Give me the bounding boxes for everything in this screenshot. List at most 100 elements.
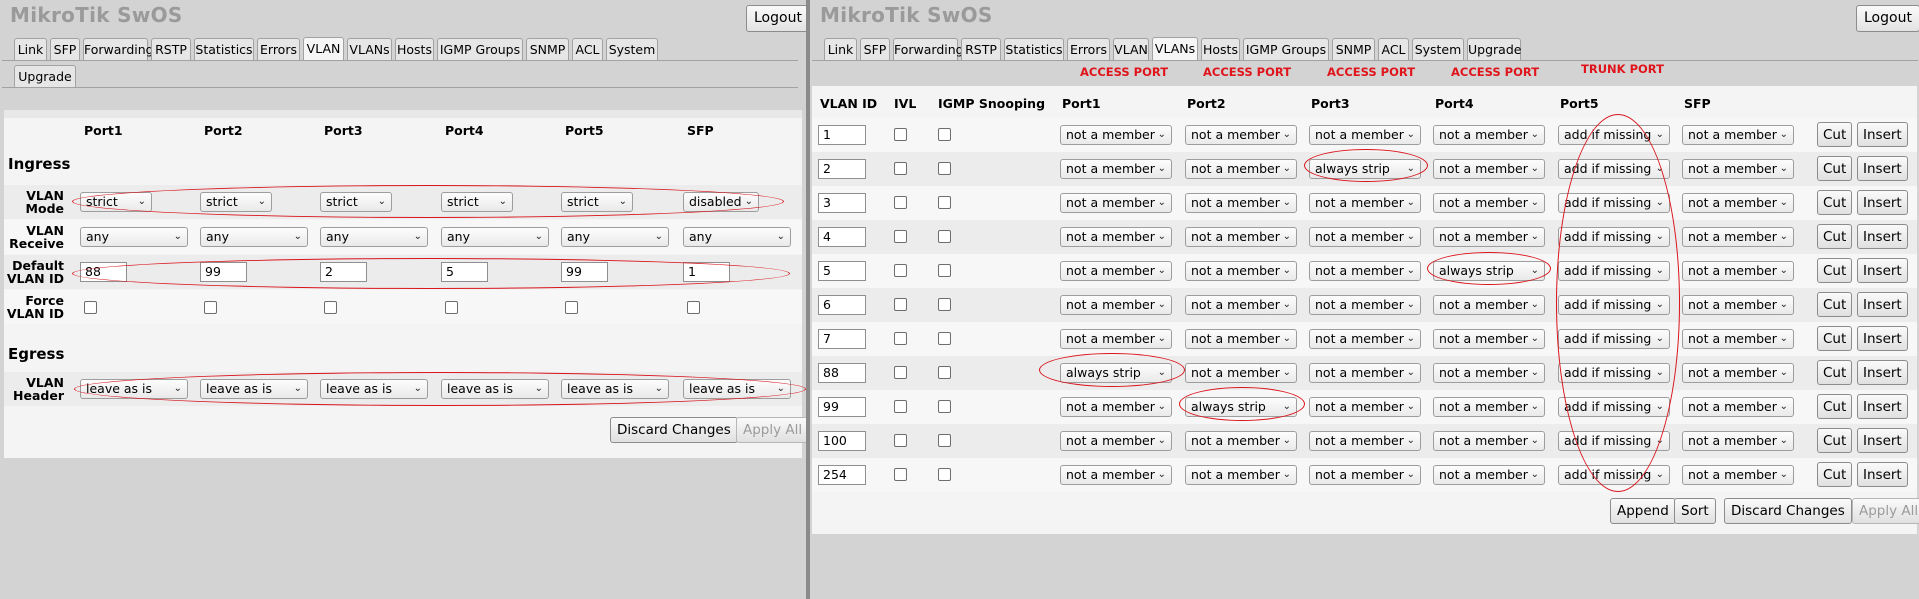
vlan-member-select-port5[interactable]: add if missing ⌄ [1558, 363, 1670, 383]
cut-button[interactable]: Cut [1817, 462, 1853, 487]
vlan-member-select-port4[interactable]: not a member ⌄ [1433, 363, 1545, 383]
vlan-member-select-port5[interactable]: add if missing ⌄ [1558, 465, 1670, 485]
vlan-member-select-port4[interactable]: not a member ⌄ [1433, 159, 1545, 179]
insert-button[interactable]: Insert [1857, 394, 1908, 419]
igmp-snooping-checkbox[interactable] [938, 162, 951, 175]
vlan-member-select-port1[interactable]: not a member ⌄ [1060, 159, 1172, 179]
vlan-id-input[interactable]: 100 [818, 431, 866, 451]
vlan-header-select-sfp[interactable]: leave as is ⌄ [683, 379, 791, 399]
igmp-snooping-checkbox[interactable] [938, 366, 951, 379]
append-button[interactable]: Append [1610, 498, 1676, 524]
cut-button[interactable]: Cut [1817, 156, 1853, 181]
vlan-member-select-port2[interactable]: not a member ⌄ [1185, 431, 1297, 451]
cut-button[interactable]: Cut [1817, 224, 1853, 249]
vlan-id-input[interactable]: 4 [818, 227, 866, 247]
vlan-header-select-port1[interactable]: leave as is ⌄ [80, 379, 188, 399]
cut-button[interactable]: Cut [1817, 360, 1853, 385]
vlan-member-select-port3[interactable]: not a member ⌄ [1309, 465, 1421, 485]
igmp-snooping-checkbox[interactable] [938, 196, 951, 209]
vlan-id-input[interactable]: 6 [818, 295, 866, 315]
discard-changes-button[interactable]: Discard Changes [1724, 498, 1852, 524]
tab-vlan[interactable]: VLAN [303, 37, 344, 61]
tab-upgrade[interactable]: Upgrade [1467, 38, 1521, 60]
ivl-checkbox[interactable] [894, 196, 907, 209]
vlan-member-select-port5[interactable]: add if missing ⌄ [1558, 227, 1670, 247]
vlan-member-select-port4[interactable]: always strip ⌄ [1433, 261, 1545, 281]
tab-statistics[interactable]: Statistics [194, 38, 254, 60]
vlan-member-select-port4[interactable]: not a member ⌄ [1433, 295, 1545, 315]
default-vlan-id-input-port2[interactable]: 99 [200, 262, 247, 282]
tab-acl[interactable]: ACL [572, 38, 603, 60]
vlan-member-select-port5[interactable]: add if missing ⌄ [1558, 125, 1670, 145]
igmp-snooping-checkbox[interactable] [938, 434, 951, 447]
tab-sfp[interactable]: SFP [860, 38, 890, 60]
vlan-id-input[interactable]: 254 [818, 465, 866, 485]
apply-all-button[interactable]: Apply All [736, 417, 808, 443]
vlan-member-select-port5[interactable]: add if missing ⌄ [1558, 329, 1670, 349]
vlan-mode-select-port5[interactable]: strict ⌄ [561, 192, 633, 212]
igmp-snooping-checkbox[interactable] [938, 400, 951, 413]
ivl-checkbox[interactable] [894, 230, 907, 243]
ivl-checkbox[interactable] [894, 332, 907, 345]
vlan-member-select-port1[interactable]: not a member ⌄ [1060, 295, 1172, 315]
insert-button[interactable]: Insert [1857, 292, 1908, 317]
force-vlan-id-checkbox-port5[interactable] [565, 301, 578, 314]
vlan-member-select-port4[interactable]: not a member ⌄ [1433, 193, 1545, 213]
insert-button[interactable]: Insert [1857, 428, 1908, 453]
vlan-member-select-port2[interactable]: not a member ⌄ [1185, 193, 1297, 213]
default-vlan-id-input-port5[interactable]: 99 [561, 262, 608, 282]
tab-hosts[interactable]: Hosts [395, 38, 434, 60]
tab-system[interactable]: System [1412, 38, 1464, 60]
vlan-member-select-port4[interactable]: not a member ⌄ [1433, 431, 1545, 451]
vlan-member-select-sfp[interactable]: not a member ⌄ [1682, 363, 1794, 383]
vlan-mode-select-port3[interactable]: strict ⌄ [320, 192, 392, 212]
tab-rstp[interactable]: RSTP [151, 38, 191, 60]
logout-button[interactable]: Logout [746, 5, 808, 32]
cut-button[interactable]: Cut [1817, 326, 1853, 351]
default-vlan-id-input-sfp[interactable]: 1 [683, 262, 730, 282]
igmp-snooping-checkbox[interactable] [938, 332, 951, 345]
vlan-member-select-port3[interactable]: not a member ⌄ [1309, 397, 1421, 417]
vlan-member-select-port4[interactable]: not a member ⌄ [1433, 125, 1545, 145]
vlan-mode-select-port1[interactable]: strict ⌄ [80, 192, 152, 212]
tab-vlans[interactable]: VLANs [347, 38, 392, 60]
cut-button[interactable]: Cut [1817, 394, 1853, 419]
vlan-member-select-port2[interactable]: not a member ⌄ [1185, 465, 1297, 485]
vlan-member-select-sfp[interactable]: not a member ⌄ [1682, 159, 1794, 179]
tab-link[interactable]: Link [14, 38, 47, 60]
tab-system[interactable]: System [606, 38, 658, 60]
tab-igmp-groups[interactable]: IGMP Groups [1243, 38, 1329, 60]
cut-button[interactable]: Cut [1817, 258, 1853, 283]
force-vlan-id-checkbox-port4[interactable] [445, 301, 458, 314]
igmp-snooping-checkbox[interactable] [938, 468, 951, 481]
tab-forwarding[interactable]: Forwarding [893, 38, 964, 60]
ivl-checkbox[interactable] [894, 264, 907, 277]
vlan-member-select-port1[interactable]: not a member ⌄ [1060, 261, 1172, 281]
igmp-snooping-checkbox[interactable] [938, 264, 951, 277]
vlan-receive-select-sfp[interactable]: any ⌄ [683, 227, 791, 247]
vlan-member-select-port2[interactable]: always strip ⌄ [1185, 397, 1297, 417]
vlan-member-select-port1[interactable]: not a member ⌄ [1060, 125, 1172, 145]
force-vlan-id-checkbox-sfp[interactable] [687, 301, 700, 314]
vlan-member-select-port5[interactable]: add if missing ⌄ [1558, 397, 1670, 417]
discard-changes-button[interactable]: Discard Changes [610, 417, 738, 443]
vlan-member-select-port2[interactable]: not a member ⌄ [1185, 227, 1297, 247]
vlan-member-select-sfp[interactable]: not a member ⌄ [1682, 295, 1794, 315]
vlan-id-input[interactable]: 99 [818, 397, 866, 417]
vlan-id-input[interactable]: 1 [818, 125, 866, 145]
insert-button[interactable]: Insert [1857, 122, 1908, 147]
tab-forwarding[interactable]: Forwarding [83, 38, 154, 60]
vlan-id-input[interactable]: 88 [818, 363, 866, 383]
vlan-member-select-port1[interactable]: not a member ⌄ [1060, 465, 1172, 485]
vlan-member-select-port5[interactable]: add if missing ⌄ [1558, 431, 1670, 451]
insert-button[interactable]: Insert [1857, 156, 1908, 181]
cut-button[interactable]: Cut [1817, 190, 1853, 215]
igmp-snooping-checkbox[interactable] [938, 230, 951, 243]
vlan-mode-select-port2[interactable]: strict ⌄ [200, 192, 272, 212]
insert-button[interactable]: Insert [1857, 462, 1908, 487]
vlan-header-select-port3[interactable]: leave as is ⌄ [320, 379, 428, 399]
vlan-member-select-sfp[interactable]: not a member ⌄ [1682, 193, 1794, 213]
vlan-member-select-port3[interactable]: not a member ⌄ [1309, 125, 1421, 145]
tab-errors[interactable]: Errors [1067, 38, 1110, 60]
vlan-member-select-sfp[interactable]: not a member ⌄ [1682, 125, 1794, 145]
